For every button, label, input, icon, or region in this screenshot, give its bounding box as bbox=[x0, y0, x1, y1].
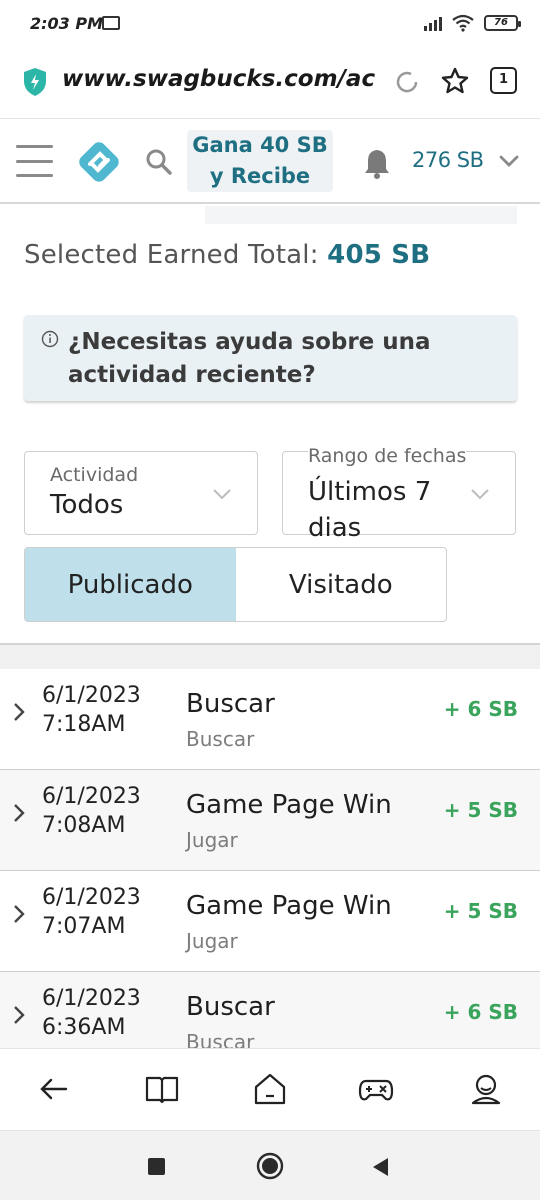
profile-icon[interactable] bbox=[468, 1071, 504, 1107]
table-row[interactable]: 6/1/2023 7:07AM Game Page Win Jugar + 5 … bbox=[0, 871, 540, 973]
browser-url-bar: www.swagbucks.com/acc 1 bbox=[0, 50, 540, 116]
signal-icon bbox=[424, 15, 442, 31]
row-date: 6/1/2023 bbox=[42, 683, 141, 708]
promo-line-2: y Recibe bbox=[209, 164, 311, 188]
earned-total: Selected Earned Total: 405 SB bbox=[24, 240, 430, 270]
site-header: Gana 40 SB y Recibe 276 SB bbox=[0, 118, 540, 204]
row-amount: + 5 SB bbox=[443, 899, 518, 923]
toggle-visitado[interactable]: Visitado bbox=[236, 548, 447, 621]
bottom-navigation bbox=[0, 1048, 540, 1130]
media-notification-icon bbox=[102, 16, 120, 30]
help-banner[interactable]: ¿Necesitas ayuda sobre una actividad rec… bbox=[24, 315, 517, 401]
chevron-right-icon[interactable] bbox=[12, 1004, 26, 1026]
book-icon[interactable] bbox=[144, 1071, 180, 1107]
row-time: 7:08AM bbox=[42, 813, 126, 838]
status-toggle: Publicado Visitado bbox=[24, 547, 447, 622]
date-range-select[interactable]: Rango de fechas Últimos 7 dias bbox=[282, 445, 516, 543]
wifi-icon bbox=[452, 14, 474, 32]
row-category: Jugar bbox=[186, 828, 238, 852]
row-date: 6/1/2023 bbox=[42, 784, 141, 809]
row-title: Buscar bbox=[186, 992, 275, 1022]
chevron-right-icon[interactable] bbox=[12, 903, 26, 925]
row-amount: + 5 SB bbox=[443, 798, 518, 822]
chevron-right-icon[interactable] bbox=[12, 701, 26, 723]
battery-indicator: 76 bbox=[484, 15, 521, 31]
notification-bell-icon[interactable] bbox=[362, 147, 392, 179]
activity-filter-value: Todos bbox=[50, 490, 124, 520]
status-time: 2:03 PM bbox=[30, 14, 104, 33]
recent-apps-icon[interactable] bbox=[148, 1158, 165, 1175]
status-indicators: 76 bbox=[424, 14, 521, 32]
help-banner-text: ¿Necesitas ayuda sobre una actividad rec… bbox=[68, 329, 431, 388]
row-category: Jugar bbox=[186, 929, 238, 953]
promo-button[interactable]: Gana 40 SB y Recibe bbox=[187, 130, 333, 192]
tab-count-button[interactable]: 1 bbox=[490, 67, 517, 94]
row-title: Game Page Win bbox=[186, 891, 392, 921]
table-row[interactable]: 6/1/2023 7:18AM Buscar Buscar + 6 SB bbox=[0, 669, 540, 771]
chevron-down-icon[interactable] bbox=[497, 152, 521, 170]
row-date: 6/1/2023 bbox=[42, 885, 141, 910]
collapsed-panel-edge bbox=[205, 206, 517, 224]
date-range-label: Rango de fechas bbox=[308, 445, 467, 467]
activity-filter-label: Actividad bbox=[50, 464, 139, 486]
swagbucks-logo-icon[interactable] bbox=[76, 139, 122, 185]
row-category: Buscar bbox=[186, 727, 255, 751]
row-datetime: 6/1/2023 7:08AM bbox=[42, 782, 141, 840]
list-separator bbox=[0, 643, 540, 669]
row-title: Game Page Win bbox=[186, 790, 392, 820]
status-bar: 2:03 PM 76 bbox=[0, 0, 540, 50]
info-icon bbox=[41, 330, 59, 348]
earned-total-label: Selected Earned Total: bbox=[24, 240, 319, 270]
system-home-icon[interactable] bbox=[256, 1152, 284, 1180]
row-date: 6/1/2023 bbox=[42, 986, 141, 1011]
row-time: 6:36AM bbox=[42, 1015, 126, 1040]
row-time: 7:07AM bbox=[42, 914, 126, 939]
search-icon[interactable] bbox=[144, 147, 174, 177]
chevron-right-icon[interactable] bbox=[12, 802, 26, 824]
reload-icon[interactable] bbox=[394, 69, 420, 95]
row-datetime: 6/1/2023 7:18AM bbox=[42, 681, 141, 739]
row-title: Buscar bbox=[186, 689, 275, 719]
bookmark-star-icon[interactable] bbox=[440, 66, 470, 96]
back-arrow-icon[interactable] bbox=[36, 1071, 72, 1107]
balance-display[interactable]: 276 SB bbox=[412, 148, 484, 172]
menu-icon[interactable] bbox=[16, 145, 53, 177]
row-datetime: 6/1/2023 7:07AM bbox=[42, 883, 141, 941]
url-field[interactable]: www.swagbucks.com/acc bbox=[62, 66, 376, 92]
chevron-down-icon bbox=[471, 489, 489, 500]
promo-line-1: Gana 40 SB bbox=[192, 133, 328, 157]
chevron-down-icon bbox=[213, 489, 231, 500]
system-navigation-bar bbox=[0, 1130, 540, 1200]
row-datetime: 6/1/2023 6:36AM bbox=[42, 984, 141, 1042]
activity-filter-select[interactable]: Actividad Todos bbox=[24, 451, 258, 535]
row-amount: + 6 SB bbox=[443, 697, 518, 721]
row-time: 7:18AM bbox=[42, 712, 126, 737]
home-icon[interactable] bbox=[252, 1071, 288, 1107]
gamepad-icon[interactable] bbox=[358, 1071, 394, 1107]
table-row[interactable]: 6/1/2023 7:08AM Game Page Win Jugar + 5 … bbox=[0, 770, 540, 872]
row-amount: + 6 SB bbox=[443, 1000, 518, 1024]
secure-shield-icon bbox=[24, 68, 46, 96]
date-range-value: Últimos 7 dias bbox=[308, 477, 432, 543]
earned-total-value: 405 SB bbox=[327, 240, 431, 270]
system-back-icon[interactable] bbox=[370, 1156, 390, 1178]
toggle-publicado[interactable]: Publicado bbox=[25, 548, 236, 621]
